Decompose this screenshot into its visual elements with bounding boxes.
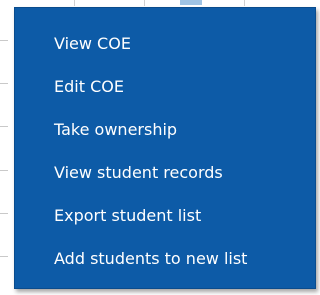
grid-line [0, 256, 8, 257]
grid-line [0, 213, 8, 214]
menu-item-edit-coe[interactable]: Edit COE [15, 65, 315, 108]
menu-item-view-coe[interactable]: View COE [15, 22, 315, 65]
grid-line [244, 0, 245, 6]
grid-line [0, 40, 8, 41]
grid-line [0, 170, 8, 171]
context-menu: View COE Edit COE Take ownership View st… [14, 7, 316, 289]
menu-item-take-ownership[interactable]: Take ownership [15, 108, 315, 151]
grid-line [0, 83, 8, 84]
selected-column-highlight [180, 0, 202, 5]
grid-line [74, 0, 75, 6]
menu-item-export-student-list[interactable]: Export student list [15, 194, 315, 237]
grid-line [0, 126, 8, 127]
menu-item-view-student-records[interactable]: View student records [15, 151, 315, 194]
background-grid-left [0, 0, 14, 295]
menu-item-add-students-to-new-list[interactable]: Add students to new list [15, 237, 315, 280]
grid-line [144, 0, 145, 6]
